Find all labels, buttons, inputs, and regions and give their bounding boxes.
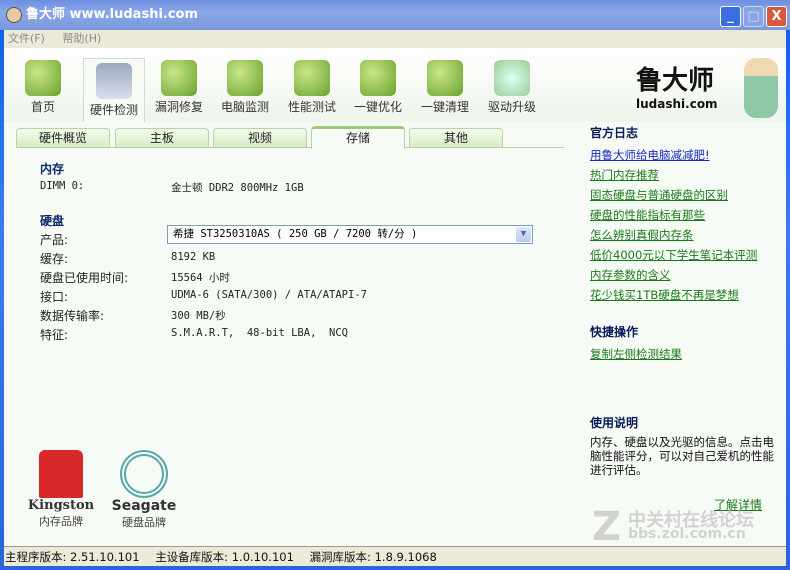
features-label: 特征: — [40, 328, 69, 342]
tool-label: 首页 — [30, 100, 55, 114]
tool-optimize[interactable]: 一键优化 — [347, 56, 409, 122]
side-panel: 官方日志 用鲁大师给电脑减减肥! 热门内存推荐 固态硬盘与普通硬盘的区别 硬盘的… — [590, 124, 780, 477]
tool-patch[interactable]: 漏洞修复 — [148, 56, 210, 122]
tab-storage[interactable]: 存储 — [311, 126, 405, 149]
watermark-line2: bbs.zol.com.cn — [628, 526, 746, 542]
product-select[interactable]: 希捷 ST3250310AS ( 250 GB / 7200 转/分 ) ▼ — [167, 225, 533, 244]
help-title: 使用说明 — [590, 416, 639, 430]
minimize-button[interactable]: _ — [720, 6, 741, 27]
memory-heading: 内存 — [40, 162, 65, 176]
home-icon — [25, 60, 61, 96]
kingston-logo-text: Kingston — [27, 498, 95, 513]
seagate-logo — [120, 450, 168, 498]
tab-overview[interactable]: 硬件概览 — [16, 128, 110, 148]
disk-heading: 硬盘 — [40, 214, 65, 228]
logo-text: 鲁大师 — [636, 66, 715, 96]
memory-brand-caption: 内存品牌 — [39, 515, 83, 528]
cache-value: 8192 KB — [171, 251, 216, 263]
chevron-down-icon[interactable]: ▼ — [516, 227, 531, 242]
tool-label: 一键优化 — [353, 100, 402, 114]
log-link[interactable]: 怎么辨别真假内存条 — [590, 225, 780, 245]
kingston-logo — [39, 450, 83, 498]
disk-brand: Seagate 硬盘品牌 — [109, 450, 179, 530]
features-value: S.M.A.R.T, 48-bit LBA, NCQ — [171, 327, 349, 339]
window-title: 鲁大师 www.ludashi.com — [26, 7, 199, 22]
memory-brand: Kingston 内存品牌 — [26, 450, 96, 529]
log-link[interactable]: 硬盘的性能指标有那些 — [590, 205, 780, 225]
up-arrow-icon — [360, 60, 396, 96]
log-link[interactable]: 低价4000元以下学生笔记本评测 — [590, 245, 780, 265]
computer-icon — [96, 63, 132, 99]
tool-label: 性能测试 — [287, 100, 336, 114]
tab-bar: 硬件概览 主板 视频 存储 其他 — [16, 126, 564, 149]
log-link[interactable]: 固态硬盘与普通硬盘的区别 — [590, 185, 780, 205]
ludashi-logo: 鲁大师 ludashi.com — [636, 58, 778, 120]
status-bar: 主程序版本: 2.51.10.101 主设备库版本: 1.0.10.101 漏洞… — [4, 546, 786, 566]
power-on-hours-label: 硬盘已使用时间: — [40, 271, 129, 285]
broom-icon — [427, 60, 463, 96]
log-link[interactable]: 花少钱买1TB硬盘不再是梦想 — [590, 285, 780, 305]
memory-slot-value: 金士顿 DDR2 800MHz 1GB — [171, 182, 304, 194]
tool-label: 一键清理 — [420, 100, 469, 114]
tool-benchmark[interactable]: 性能测试 — [281, 56, 343, 122]
menu-help[interactable]: 帮助(H) — [62, 32, 101, 45]
windows-patch-icon — [161, 60, 197, 96]
product-label: 产品: — [40, 233, 69, 247]
memory-slot-label: DIMM 0: — [40, 180, 85, 192]
transfer-rate-value: 300 MB/秒 — [171, 310, 226, 322]
tool-home[interactable]: 首页 — [12, 56, 74, 122]
copy-results-link[interactable]: 复制左侧检测结果 — [590, 344, 780, 364]
interface-label: 接口: — [40, 290, 69, 304]
logo-url: ludashi.com — [636, 97, 718, 111]
tab-motherboard[interactable]: 主板 — [115, 128, 209, 148]
tool-label: 电脑监测 — [220, 100, 269, 114]
quick-title: 快捷操作 — [590, 325, 639, 339]
tool-label: 硬件检测 — [89, 103, 138, 117]
title-bar: 鲁大师 www.ludashi.com _ □ X — [0, 0, 790, 30]
log-title: 官方日志 — [590, 126, 639, 140]
tab-other[interactable]: 其他 — [409, 128, 503, 148]
monitor-chart-icon — [227, 60, 263, 96]
maximize-button[interactable]: □ — [743, 6, 764, 27]
mascot-icon — [744, 58, 778, 118]
zol-logo-icon: Z — [592, 504, 622, 550]
transfer-rate-label: 数据传输率: — [40, 309, 105, 323]
menu-bar: 文件(F) 帮助(H) — [4, 30, 786, 48]
tab-video[interactable]: 视频 — [213, 128, 307, 148]
client-area: 文件(F) 帮助(H) 首页 硬件检测 漏洞修复 电脑监测 性能测试 一键优化 … — [4, 30, 786, 566]
cache-label: 缓存: — [40, 252, 69, 266]
disk-brand-caption: 硬盘品牌 — [122, 516, 166, 529]
menu-file[interactable]: 文件(F) — [8, 32, 45, 45]
log-link[interactable]: 热门内存推荐 — [590, 165, 780, 185]
product-value: 希捷 ST3250310AS ( 250 GB / 7200 转/分 ) — [173, 228, 418, 240]
app-window: 鲁大师 www.ludashi.com _ □ X 文件(F) 帮助(H) 首页… — [0, 0, 790, 570]
star-search-icon — [294, 60, 330, 96]
close-button[interactable]: X — [766, 6, 787, 27]
tool-driver[interactable]: 驱动升级 — [481, 56, 543, 122]
log-link[interactable]: 内存参数的含义 — [590, 265, 780, 285]
tool-hardware-detect[interactable]: 硬件检测 — [83, 58, 145, 122]
tool-monitor[interactable]: 电脑监测 — [214, 56, 276, 122]
help-text: 内存、硬盘以及光驱的信息。点击电脑性能评分，可以对自己爱机的性能进行评估。 — [590, 435, 774, 477]
power-on-hours-value: 15564 小时 — [171, 272, 230, 284]
toolbar: 首页 硬件检测 漏洞修复 电脑监测 性能测试 一键优化 一键清理 驱动升级 鲁大… — [4, 48, 786, 122]
device-db-version: 主设备库版本: 1.0.10.101 — [155, 550, 294, 564]
seagate-logo-text: Seagate — [111, 498, 177, 514]
log-link[interactable]: 用鲁大师给电脑减减肥! — [590, 145, 780, 165]
wrench-icon — [494, 60, 530, 96]
app-icon — [6, 7, 22, 23]
vuln-db-version: 漏洞库版本: 1.8.9.1068 — [309, 550, 437, 564]
tool-clean[interactable]: 一键清理 — [414, 56, 476, 122]
tool-label: 漏洞修复 — [154, 100, 203, 114]
main-version: 主程序版本: 2.51.10.101 — [5, 550, 140, 564]
interface-value: UDMA-6 (SATA/300) / ATA/ATAPI-7 — [171, 289, 367, 301]
tool-label: 驱动升级 — [487, 100, 536, 114]
